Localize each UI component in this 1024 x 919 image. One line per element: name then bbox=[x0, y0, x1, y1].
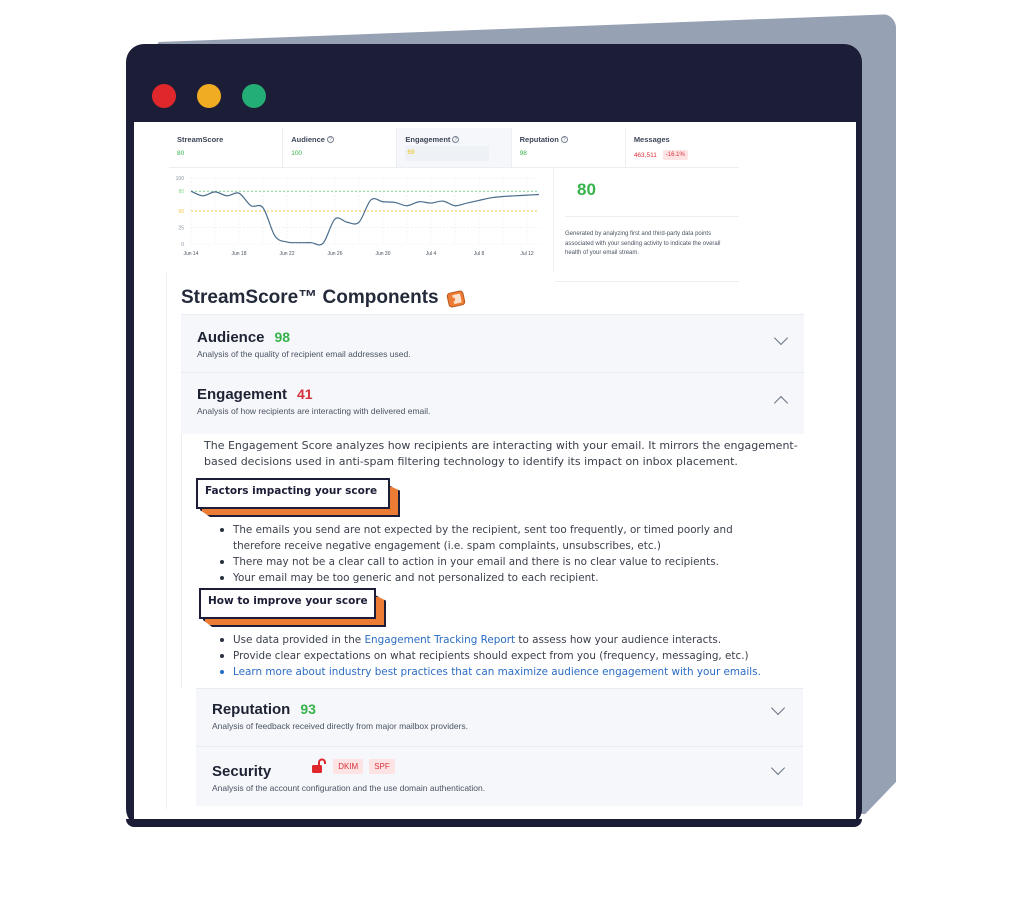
improve-heading-tag: How to improve your score bbox=[199, 588, 386, 627]
accordion-security[interactable]: Security DKIM SPF Analysis of the accoun… bbox=[196, 746, 803, 806]
best-practices-link[interactable]: Learn more about industry best practices… bbox=[233, 666, 761, 678]
components-heading: StreamScore™ Components bbox=[181, 287, 466, 309]
component-description: Analysis of the account configuration an… bbox=[212, 783, 486, 793]
component-description: Analysis of the quality of recipient ema… bbox=[197, 349, 411, 359]
accordion-audience[interactable]: Audience 98 Analysis of the quality of r… bbox=[181, 314, 804, 372]
line-chart: 0 25 50 80 100 Jun 14 Jun 18 Jun 22 Jun 26 Jun 30… bbox=[176, 176, 540, 257]
close-window-button[interactable] bbox=[152, 84, 176, 108]
metric-tab-reputation[interactable]: Reputation? 98 bbox=[512, 128, 626, 167]
component-score: 41 bbox=[297, 386, 313, 402]
y-tick-label: 80 bbox=[178, 189, 184, 195]
help-icon[interactable]: ? bbox=[452, 136, 460, 143]
metric-value: 463,511 bbox=[633, 151, 657, 159]
component-name: Security bbox=[212, 763, 272, 780]
x-tick-label: Jun 26 bbox=[327, 251, 342, 257]
component-name: Audience bbox=[197, 329, 265, 346]
component-description: Analysis of feedback received directly f… bbox=[212, 721, 469, 731]
improve-list: Use data provided in the Engagement Trac… bbox=[220, 632, 810, 680]
list-item: There may not be a clear call to action … bbox=[220, 554, 780, 570]
maximize-window-button[interactable] bbox=[242, 84, 266, 108]
metric-tab-audience[interactable]: Audience? 100 bbox=[283, 128, 398, 167]
score-summary: 80 Generated by analyzing first and thir… bbox=[555, 168, 739, 282]
help-icon[interactable]: ? bbox=[326, 136, 334, 143]
metric-tab-streamscore[interactable]: StreamScore 80 bbox=[169, 128, 284, 167]
component-name: Engagement bbox=[197, 386, 288, 403]
list-item: Your email may be too generic and not pe… bbox=[220, 570, 780, 586]
metric-label: Audience bbox=[291, 135, 325, 144]
summary-description: Generated by analyzing first and third-p… bbox=[565, 231, 721, 256]
metric-label: Engagement bbox=[405, 135, 451, 144]
metric-tab-engagement[interactable]: Engagement? 69 bbox=[397, 128, 512, 167]
streamscore-chart: 0 25 50 80 100 Jun 14 Jun 18 Jun 22 Jun 26 Jun 30… bbox=[169, 168, 554, 272]
x-tick-label: Jun 30 bbox=[375, 251, 390, 257]
engagement-details: The Engagement Score analyzes how recipi… bbox=[181, 434, 804, 688]
y-tick-label: 25 bbox=[178, 226, 184, 232]
accordion-reputation[interactable]: Reputation 93 Analysis of feedback recei… bbox=[196, 688, 803, 746]
metric-tab-messages[interactable]: Messages 463,511 -16.1% bbox=[626, 128, 739, 167]
item-text: Use data provided in the bbox=[233, 634, 365, 646]
x-tick-label: Jun 18 bbox=[231, 251, 246, 257]
series-line bbox=[190, 190, 540, 246]
engagement-tracking-report-link[interactable]: Engagement Tracking Report bbox=[364, 634, 515, 646]
x-tick-label: Jul 4 bbox=[426, 251, 437, 257]
metric-label: Reputation bbox=[519, 135, 559, 144]
metric-value: 98 bbox=[519, 150, 527, 157]
component-name: Reputation bbox=[212, 701, 291, 718]
item-text: to assess how your audience interacts. bbox=[515, 634, 722, 646]
factors-heading-tag: Factors impacting your score bbox=[196, 478, 400, 517]
factors-list: The emails you send are not expected by … bbox=[220, 522, 780, 586]
ticket-icon bbox=[446, 290, 465, 307]
list-item: The emails you send are not expected by … bbox=[220, 522, 780, 554]
component-description: Analysis of how recipients are interacti… bbox=[197, 406, 431, 416]
components-title: StreamScore™ Components bbox=[181, 287, 439, 308]
x-tick-label: Jun 14 bbox=[183, 251, 198, 257]
y-tick-label: 100 bbox=[176, 176, 185, 182]
list-item: Use data provided in the Engagement Trac… bbox=[220, 632, 810, 648]
metric-value: 69 bbox=[407, 149, 415, 156]
content-divider bbox=[166, 272, 167, 809]
component-score: 98 bbox=[274, 329, 291, 345]
engagement-intro: The Engagement Score analyzes how recipi… bbox=[204, 439, 798, 468]
x-tick-label: Jul 12 bbox=[520, 251, 534, 257]
app-screen: StreamScore 80 Audience? 100 Engagement?… bbox=[134, 122, 856, 819]
list-item: Provide clear expectations on what recip… bbox=[220, 648, 810, 664]
x-tick-label: Jun 22 bbox=[279, 251, 294, 257]
summary-score: 80 bbox=[577, 180, 596, 199]
minimize-window-button[interactable] bbox=[197, 84, 221, 108]
x-tick-label: Jul 8 bbox=[474, 251, 485, 257]
security-status: DKIM SPF bbox=[311, 758, 395, 774]
help-icon[interactable]: ? bbox=[560, 136, 568, 143]
metrics-strip: StreamScore 80 Audience? 100 Engagement?… bbox=[169, 128, 739, 168]
unlocked-icon bbox=[312, 758, 327, 773]
spf-badge: SPF bbox=[369, 758, 395, 774]
divider bbox=[565, 216, 739, 217]
metric-value: 100 bbox=[291, 150, 303, 157]
metric-label: Messages bbox=[633, 135, 670, 144]
list-item: Learn more about industry best practices… bbox=[220, 664, 810, 680]
metric-label: StreamScore bbox=[177, 135, 224, 144]
y-tick-label: 50 bbox=[178, 209, 184, 215]
improve-heading: How to improve your score bbox=[199, 588, 376, 619]
dkim-badge: DKIM bbox=[333, 758, 364, 774]
y-tick-label: 0 bbox=[181, 242, 184, 248]
delta-badge: -16.1% bbox=[662, 150, 688, 160]
component-score: 93 bbox=[300, 701, 316, 717]
accordion-engagement[interactable]: Engagement 41 Analysis of how recipients… bbox=[181, 372, 804, 434]
factors-heading: Factors impacting your score bbox=[196, 478, 390, 509]
metric-value: 80 bbox=[177, 150, 185, 157]
